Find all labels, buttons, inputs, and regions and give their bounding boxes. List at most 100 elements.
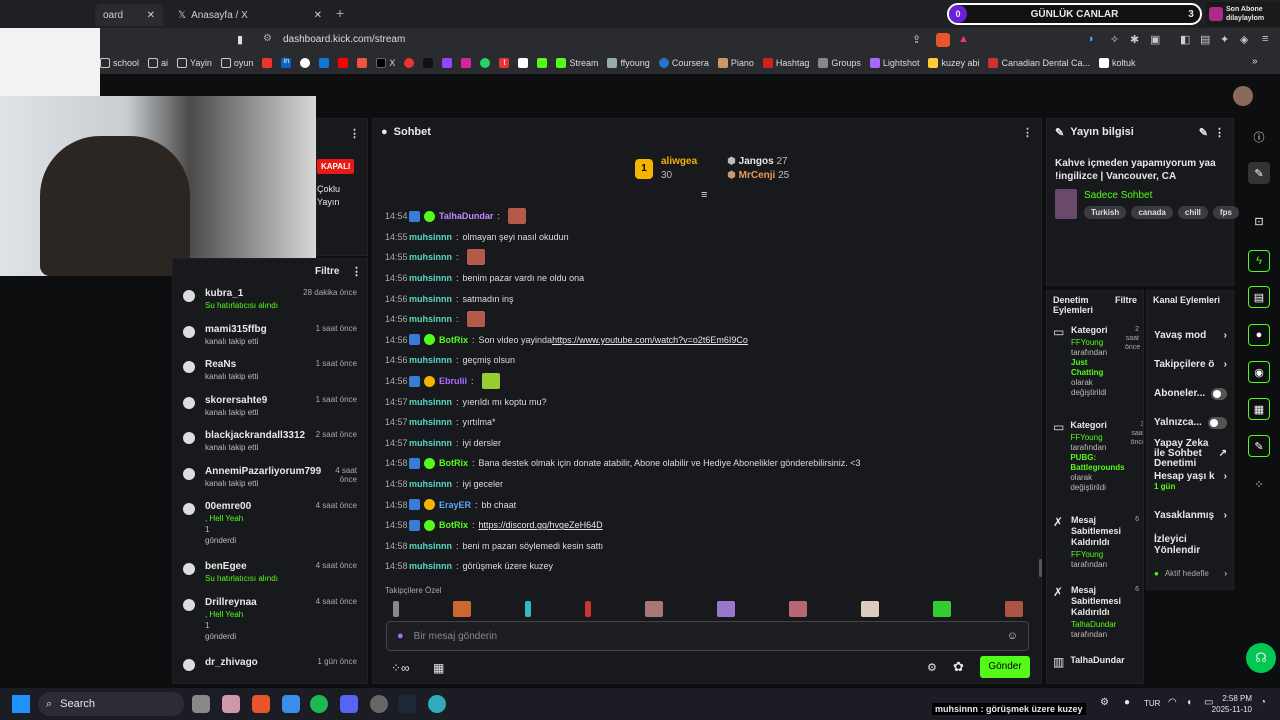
more-icon[interactable]: ⋮ (1022, 126, 1033, 139)
message-username[interactable]: muhsinnn (409, 232, 452, 242)
scrollbar[interactable] (1039, 559, 1042, 577)
bookmark-amazon[interactable] (518, 58, 529, 68)
bookmark-dental[interactable]: Canadian Dental Ca... (988, 58, 1090, 68)
activity-user[interactable]: benEgee (205, 561, 278, 572)
activity-item[interactable]: blackjackrandall3312 kanalı takip etti 2 s… (173, 427, 367, 463)
new-tab-button[interactable]: + (336, 5, 344, 21)
bookmark-gmail[interactable] (357, 58, 368, 68)
collapse-icon[interactable]: ≡ (701, 189, 707, 201)
bookmark-yayin[interactable]: Yayin (177, 58, 212, 68)
activity-user[interactable]: kubra_1 (205, 288, 278, 299)
send-button[interactable]: Gönder (980, 656, 1030, 678)
extension-icon[interactable]: ✧ (1110, 33, 1119, 46)
tag[interactable]: canada (1131, 206, 1173, 219)
message-username[interactable]: muhsinnn (409, 273, 452, 283)
bookmark-hashtag[interactable]: Hashtag (762, 58, 809, 68)
emoji-icon[interactable]: ☺ (1007, 630, 1018, 642)
app-icon[interactable] (222, 695, 240, 713)
bookmark-whatsapp[interactable] (480, 58, 491, 68)
microphone-icon[interactable]: ● (397, 630, 404, 642)
active-goals-control[interactable]: ● Aktif hedefle › (1147, 559, 1233, 588)
activity-item[interactable]: kubra_1 Su hatırlatıcısı alındı 28 dakika … (173, 285, 367, 321)
app-icon[interactable] (370, 695, 388, 713)
activity-item[interactable]: 00emre00 , Hell Yeah 1 gönderdi 4 saat önce (173, 498, 367, 558)
screenshot-icon[interactable]: ▤ (1200, 33, 1210, 46)
app-icon[interactable] (428, 695, 446, 713)
leader-name[interactable]: MrCenji (739, 170, 776, 181)
emote-icon[interactable] (789, 601, 807, 617)
message-username[interactable]: muhsinnn (409, 294, 452, 304)
activity-item[interactable]: AnnemiPazarliyorum799 kanalı takip etti 4 … (173, 463, 367, 499)
emote-icon[interactable] (525, 601, 531, 617)
mod-action-item[interactable]: ▭ Kategori FFYoung tarafından PUBG: Battlegr… (1047, 414, 1143, 509)
close-icon[interactable]: ✕ (314, 10, 322, 21)
bookmark-tumblr[interactable]: t (499, 58, 510, 68)
leader-name[interactable]: Jangos (739, 156, 774, 167)
points-icon[interactable]: ⁘∞ (391, 661, 410, 675)
tray-icon[interactable]: ⚙ (1100, 697, 1109, 708)
store-icon[interactable]: ▦ (433, 661, 444, 675)
settings-gear-icon[interactable]: ⚙ (927, 661, 937, 674)
rewards-icon[interactable]: ▲ (958, 33, 969, 45)
message-username[interactable]: muhsinnn (409, 314, 452, 324)
subscribers-only-control[interactable]: Aboneler... (1147, 379, 1233, 408)
bookmark-oyun[interactable]: oyun (220, 58, 253, 68)
brave-shield-icon[interactable] (936, 33, 950, 47)
message-username[interactable]: ErayER (439, 500, 471, 510)
message-username[interactable]: muhsinnn (409, 479, 452, 489)
emote-only-toggle[interactable] (1207, 416, 1227, 429)
message-username[interactable]: muhsinnn (409, 417, 452, 427)
chat-bubble-icon[interactable]: ● (1248, 324, 1270, 346)
activity-item[interactable]: Drillreynaa, Hell Yeah 1 gönderdi 4 saat ön… (173, 594, 367, 654)
extension-icon[interactable]: ◗ (1088, 33, 1095, 45)
emote-icon[interactable] (453, 601, 471, 617)
more-icon[interactable]: ⋮ (351, 265, 362, 278)
tab-x[interactable]: 𝕏 Anasayfa / X ✕ (170, 4, 330, 26)
volume-icon[interactable]: ◖ (1186, 697, 1192, 708)
mod-action-item[interactable]: ✗ Mesaj Sabitlemesi Kaldırıldı FFYoung tara… (1047, 509, 1143, 579)
tag[interactable]: Turkish (1084, 206, 1127, 219)
support-icon[interactable]: ☊ (1246, 643, 1276, 673)
emote-icon[interactable] (717, 601, 735, 617)
app-icon[interactable] (282, 695, 300, 713)
bookmark-linkedin[interactable]: in (281, 58, 292, 68)
slow-mode-control[interactable]: Yavaş mod › (1147, 321, 1233, 350)
discord-icon[interactable] (340, 695, 358, 713)
emote-icon[interactable] (645, 601, 663, 617)
chat-input[interactable]: ● Bir mesaj gönderin ☺ (386, 621, 1029, 651)
close-icon[interactable]: ✕ (147, 10, 155, 21)
clipboard-icon[interactable]: ▤ (1248, 286, 1270, 308)
clock[interactable]: 2:58 PM 2025-11-10 (1210, 693, 1252, 715)
bookmark-school[interactable]: school (100, 58, 139, 68)
emote-icon[interactable] (933, 601, 951, 617)
emote-only-control[interactable]: Yalnızca... (1147, 408, 1233, 437)
sidebar-icon[interactable]: ◧ (1180, 33, 1190, 46)
emote-icon[interactable] (861, 601, 879, 617)
message-username[interactable]: muhsinnn (409, 561, 452, 571)
activity-user[interactable]: skorersahte9 (205, 395, 267, 406)
edit-icon[interactable]: ✎ (1248, 162, 1270, 184)
emote-icon[interactable] (1005, 601, 1023, 617)
activity-item[interactable]: dr_zhivago 1 gün önce (173, 654, 367, 684)
puzzle-icon[interactable]: ✱ (1130, 33, 1139, 46)
microphone-icon[interactable]: ● (1124, 697, 1130, 708)
steam-icon[interactable] (398, 695, 416, 713)
vpn-icon[interactable]: ◈ (1240, 33, 1248, 46)
bookmark-twitch[interactable] (442, 58, 453, 68)
activity-user[interactable]: mami315ffbg (205, 324, 267, 335)
bookmark-youtube[interactable] (338, 58, 349, 68)
broadcast-icon[interactable]: ◉ (1248, 361, 1270, 383)
message-username[interactable]: BotRix (439, 520, 468, 530)
windows-start-icon[interactable] (12, 695, 30, 713)
subscribers-toggle[interactable] (1211, 387, 1227, 400)
mod-action-user[interactable]: FFYoung (1070, 433, 1124, 443)
bookmark-coursera[interactable]: Coursera (658, 58, 709, 68)
emote-icon[interactable] (393, 601, 399, 617)
bookmark-kuzey[interactable]: kuzey abi (928, 58, 979, 68)
brave-icon[interactable] (252, 695, 270, 713)
activity-item[interactable]: mami315ffbg kanalı takip etti 1 saat önce (173, 321, 367, 357)
tab-dashboard[interactable]: oard ✕ (95, 4, 163, 26)
share-icon[interactable]: ⇪ (912, 33, 921, 46)
tag[interactable]: chill (1177, 206, 1208, 219)
message-username[interactable]: muhsinnn (409, 355, 452, 365)
